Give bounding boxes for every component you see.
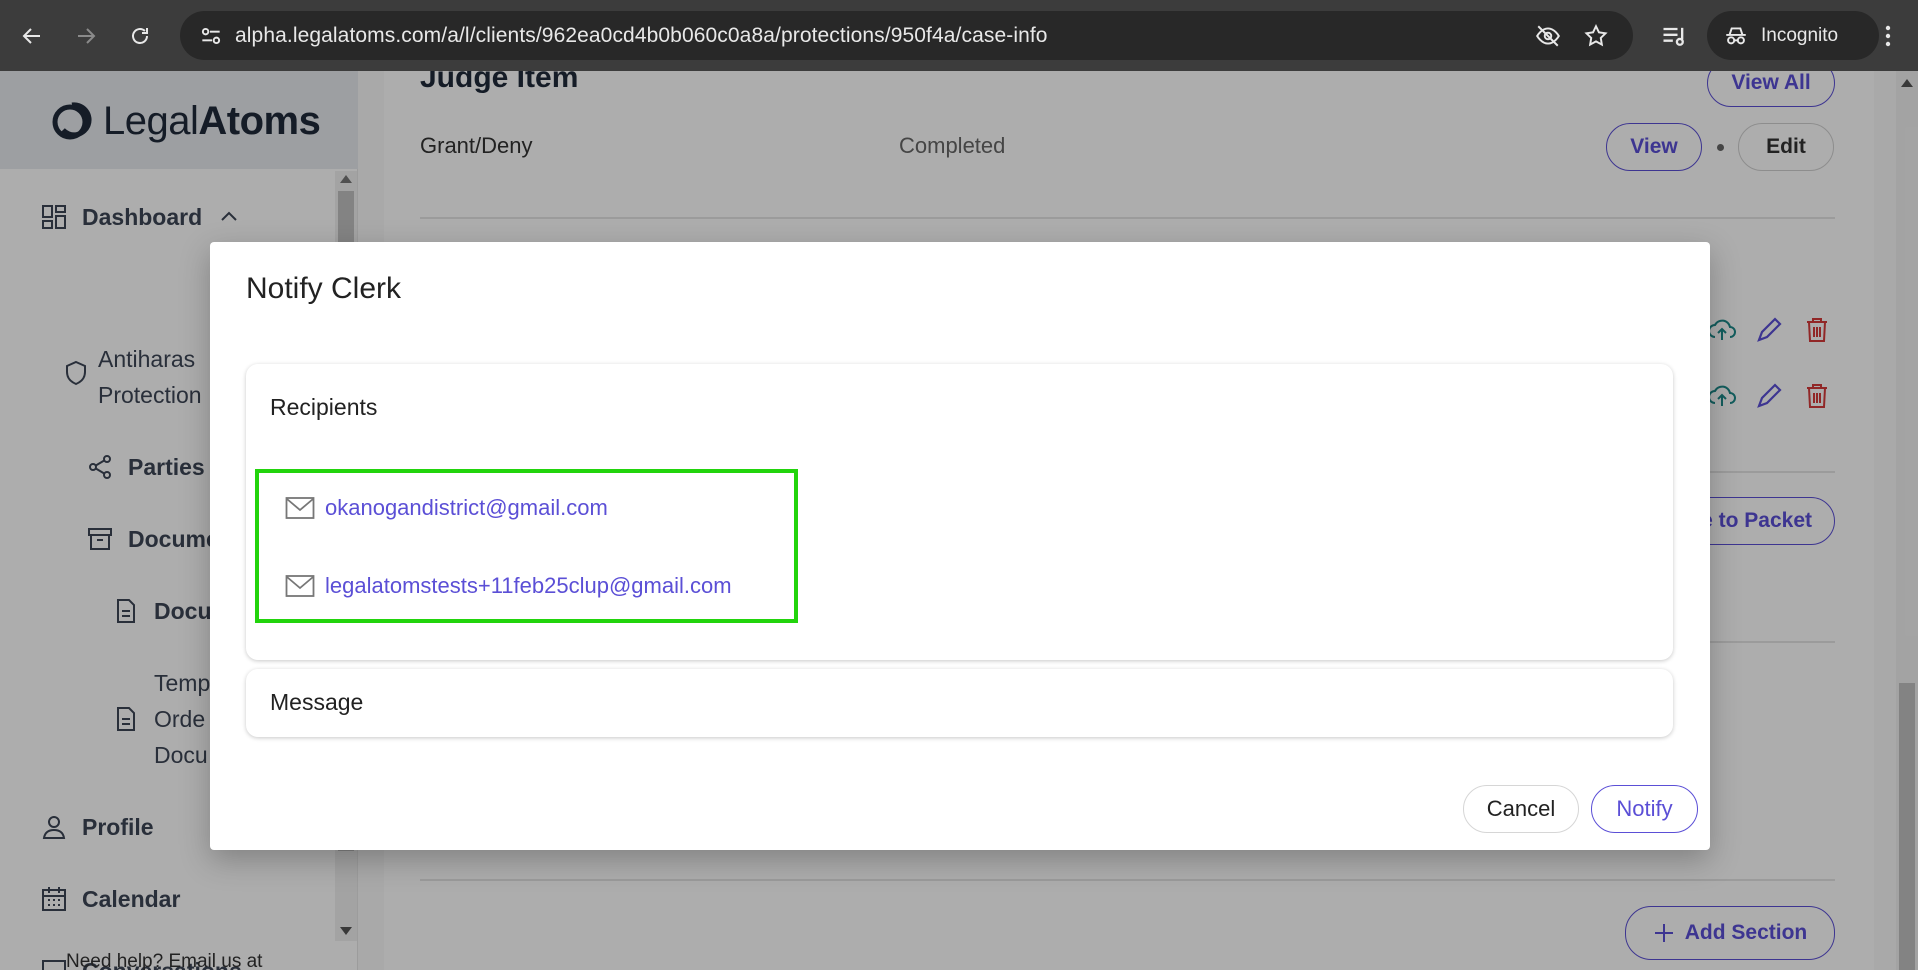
incognito-icon: [1726, 26, 1746, 44]
arrow-left-icon: [22, 28, 40, 44]
address-bar[interactable]: alpha.legalatoms.com/a/l/clients/962ea0c…: [180, 11, 1633, 60]
back-button[interactable]: [16, 18, 48, 54]
cancel-button[interactable]: Cancel: [1463, 785, 1579, 833]
dialog-title: Notify Clerk: [246, 272, 402, 305]
recipients-card: Recipients okanogandistrict@gmail.com le…: [246, 364, 1673, 660]
recipient-email[interactable]: okanogandistrict@gmail.com: [325, 495, 608, 521]
reload-icon: [132, 28, 148, 44]
notify-clerk-dialog: Notify Clerk Recipients okanogandistrict…: [210, 242, 1710, 850]
bookmark-star-icon[interactable]: [1583, 23, 1609, 49]
recipients-highlight: okanogandistrict@gmail.com legalatomstes…: [255, 469, 798, 623]
notify-button[interactable]: Notify: [1591, 785, 1698, 833]
envelope-icon: [285, 497, 315, 519]
eye-off-icon[interactable]: [1535, 23, 1561, 49]
reload-button[interactable]: [124, 18, 156, 54]
envelope-icon: [285, 575, 315, 597]
recipient-item[interactable]: legalatomstests+11feb25clup@gmail.com: [285, 573, 732, 599]
incognito-indicator[interactable]: Incognito: [1707, 11, 1879, 60]
arrow-right-icon: [78, 28, 96, 44]
tab-search-icon[interactable]: [1660, 22, 1688, 50]
more-menu-icon[interactable]: [1876, 22, 1900, 50]
recipient-item[interactable]: okanogandistrict@gmail.com: [285, 495, 608, 521]
recipients-title: Recipients: [270, 394, 378, 420]
message-card[interactable]: Message: [246, 669, 1673, 737]
site-settings-icon[interactable]: [198, 23, 224, 49]
message-title: Message: [270, 689, 364, 715]
forward-button[interactable]: [70, 18, 102, 54]
recipient-email[interactable]: legalatomstests+11feb25clup@gmail.com: [325, 573, 732, 599]
url-text: alpha.legalatoms.com/a/l/clients/962ea0c…: [235, 24, 1048, 47]
browser-toolbar: alpha.legalatoms.com/a/l/clients/962ea0c…: [0, 0, 1918, 71]
incognito-label: Incognito: [1761, 24, 1839, 46]
